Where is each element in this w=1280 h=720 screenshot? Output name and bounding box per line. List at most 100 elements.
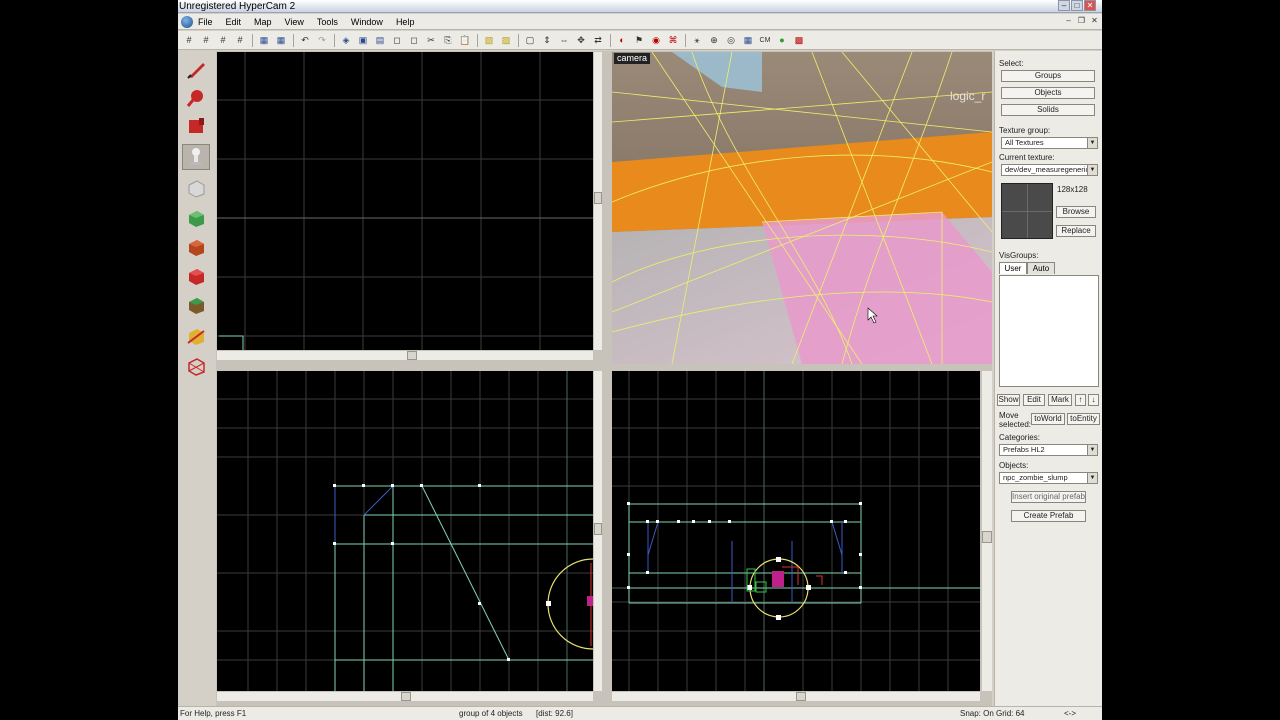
- group-icon[interactable]: ▣: [356, 34, 370, 47]
- flip-icon[interactable]: ⇄: [591, 34, 605, 47]
- texture-group-select[interactable]: All Textures ▼: [1001, 137, 1098, 149]
- vscroll-bottom-right[interactable]: [982, 371, 992, 691]
- hscroll-thumb[interactable]: [407, 351, 417, 360]
- camera-tool-icon[interactable]: [182, 113, 210, 139]
- viewport-area: logic_r camera: [216, 51, 992, 706]
- hscroll-bottom-left[interactable]: [217, 692, 593, 701]
- close-button[interactable]: ✕: [1084, 0, 1096, 11]
- grid-toggle-icon[interactable]: #: [199, 34, 213, 47]
- current-texture-select[interactable]: dev/dev_measuregeneric ▼: [1001, 164, 1098, 176]
- select-groups-button[interactable]: Groups: [1001, 70, 1095, 82]
- check-problems-icon[interactable]: ⚑: [632, 34, 646, 47]
- redo-icon[interactable]: ↷: [315, 34, 329, 47]
- hscroll-bottom-right[interactable]: [612, 692, 980, 701]
- vscroll-thumb[interactable]: [594, 192, 602, 204]
- align-icon[interactable]: ⇔: [557, 34, 571, 47]
- mdi-close-icon[interactable]: ✕: [1089, 16, 1100, 26]
- viewport-top-2d[interactable]: [217, 52, 593, 350]
- menu-window[interactable]: Window: [351, 14, 383, 30]
- tab-user[interactable]: User: [999, 262, 1027, 274]
- move-down-icon[interactable]: ↓: [1088, 394, 1099, 406]
- carve-icon[interactable]: ◈: [339, 34, 353, 47]
- visgroups-list[interactable]: [999, 275, 1099, 387]
- grid-smaller-icon[interactable]: #: [233, 34, 247, 47]
- show-hidden-icon[interactable]: ◻: [407, 34, 421, 47]
- camera-viewport-label[interactable]: camera: [614, 53, 651, 64]
- vertex-manipulation-tool-icon[interactable]: [182, 353, 210, 379]
- green-ball-icon[interactable]: ●: [775, 34, 789, 47]
- decal-tool-icon[interactable]: [182, 263, 210, 289]
- tab-auto[interactable]: Auto: [1027, 262, 1055, 274]
- hscroll-thumb[interactable]: [401, 692, 411, 701]
- vscroll-thumb[interactable]: [594, 523, 602, 535]
- viewport-side-2d[interactable]: [612, 371, 980, 691]
- visgroup-show-button[interactable]: Show: [997, 394, 1020, 406]
- menu-file[interactable]: File: [198, 14, 213, 30]
- viewport-camera-3d[interactable]: logic_r camera: [612, 52, 992, 364]
- entity-tool-icon[interactable]: [182, 144, 210, 170]
- current-texture-label: Current texture:: [999, 153, 1055, 162]
- menu-help[interactable]: Help: [396, 14, 415, 30]
- menu-edit[interactable]: Edit: [226, 14, 242, 30]
- undo-icon[interactable]: ↶: [298, 34, 312, 47]
- vscroll-top-left[interactable]: [594, 52, 602, 350]
- texture-scale-lock-icon[interactable]: ▨: [499, 34, 513, 47]
- hscroll-top-left[interactable]: [217, 351, 593, 360]
- paste-icon[interactable]: 📋: [458, 34, 472, 47]
- apply-current-texture-icon[interactable]: [182, 234, 210, 260]
- selection-box-icon[interactable]: ▢: [523, 34, 537, 47]
- browse-button[interactable]: Browse: [1056, 206, 1096, 218]
- magnify-tool-icon[interactable]: [182, 85, 210, 111]
- texture-lock-icon[interactable]: ▧: [482, 34, 496, 47]
- cm-icon[interactable]: CM: [758, 34, 772, 47]
- select-solids-button[interactable]: Solids: [1001, 104, 1095, 116]
- texture-application-tool-icon[interactable]: [182, 205, 210, 231]
- categories-select[interactable]: Prefabs HL2 ▼: [999, 444, 1098, 456]
- block-tool-icon[interactable]: [182, 175, 210, 201]
- vscroll-bottom-left[interactable]: [594, 371, 602, 691]
- clipping-tool-icon[interactable]: [182, 323, 210, 349]
- save-window-state-icon[interactable]: ▦: [274, 34, 288, 47]
- ungroup-icon[interactable]: ▤: [373, 34, 387, 47]
- load-window-state-icon[interactable]: ▦: [257, 34, 271, 47]
- map-properties-icon[interactable]: ⌘: [666, 34, 680, 47]
- hide-items-icon[interactable]: ◻: [390, 34, 404, 47]
- hscroll-thumb[interactable]: [796, 692, 806, 701]
- menu-tools[interactable]: Tools: [317, 14, 338, 30]
- compile-icon[interactable]: ◎: [724, 34, 738, 47]
- replace-button[interactable]: Replace: [1056, 225, 1096, 237]
- objects-select[interactable]: npc_zombie_slump ▼: [999, 472, 1098, 484]
- center-icon[interactable]: ✥: [574, 34, 588, 47]
- visgroup-edit-button[interactable]: Edit: [1023, 394, 1045, 406]
- menu-view[interactable]: View: [285, 14, 304, 30]
- viewport-front-2d[interactable]: [217, 371, 593, 691]
- entity-report-icon[interactable]: ◐: [615, 34, 629, 47]
- globe-icon[interactable]: ⊕: [707, 34, 721, 47]
- visgroup-mark-button[interactable]: Mark: [1048, 394, 1072, 406]
- copy-icon[interactable]: ⎘: [441, 34, 455, 47]
- move-up-icon[interactable]: ↑: [1075, 394, 1086, 406]
- maximize-button[interactable]: □: [1071, 0, 1083, 11]
- to-entity-button[interactable]: toEntity: [1067, 413, 1100, 425]
- selection-tool-icon[interactable]: [182, 57, 210, 83]
- cut-icon[interactable]: ✂: [424, 34, 438, 47]
- vscroll-thumb[interactable]: [982, 531, 992, 543]
- select-label: Select:: [999, 59, 1024, 68]
- minimize-button[interactable]: –: [1058, 0, 1070, 11]
- vertex-tool-icon[interactable]: ⚹: [690, 34, 704, 47]
- block-tool-icon[interactable]: ▩: [792, 34, 806, 47]
- go-to-brush-icon[interactable]: ◉: [649, 34, 663, 47]
- tool-palette: [178, 51, 215, 706]
- menu-map[interactable]: Map: [254, 14, 272, 30]
- grid-larger-icon[interactable]: #: [216, 34, 230, 47]
- create-prefab-button[interactable]: Create Prefab: [1011, 510, 1086, 522]
- mdi-restore-icon[interactable]: ❐: [1076, 16, 1087, 26]
- overlay-tool-icon[interactable]: [182, 292, 210, 318]
- grid-small-icon[interactable]: #: [182, 34, 196, 47]
- run-map-icon[interactable]: ▦: [741, 34, 755, 47]
- insert-original-prefab-button[interactable]: Insert original prefab: [1011, 491, 1086, 503]
- to-world-button[interactable]: toWorld: [1031, 413, 1065, 425]
- select-objects-button[interactable]: Objects: [1001, 87, 1095, 99]
- snap-icon[interactable]: ⇕: [540, 34, 554, 47]
- mdi-minimize-icon[interactable]: –: [1063, 16, 1074, 26]
